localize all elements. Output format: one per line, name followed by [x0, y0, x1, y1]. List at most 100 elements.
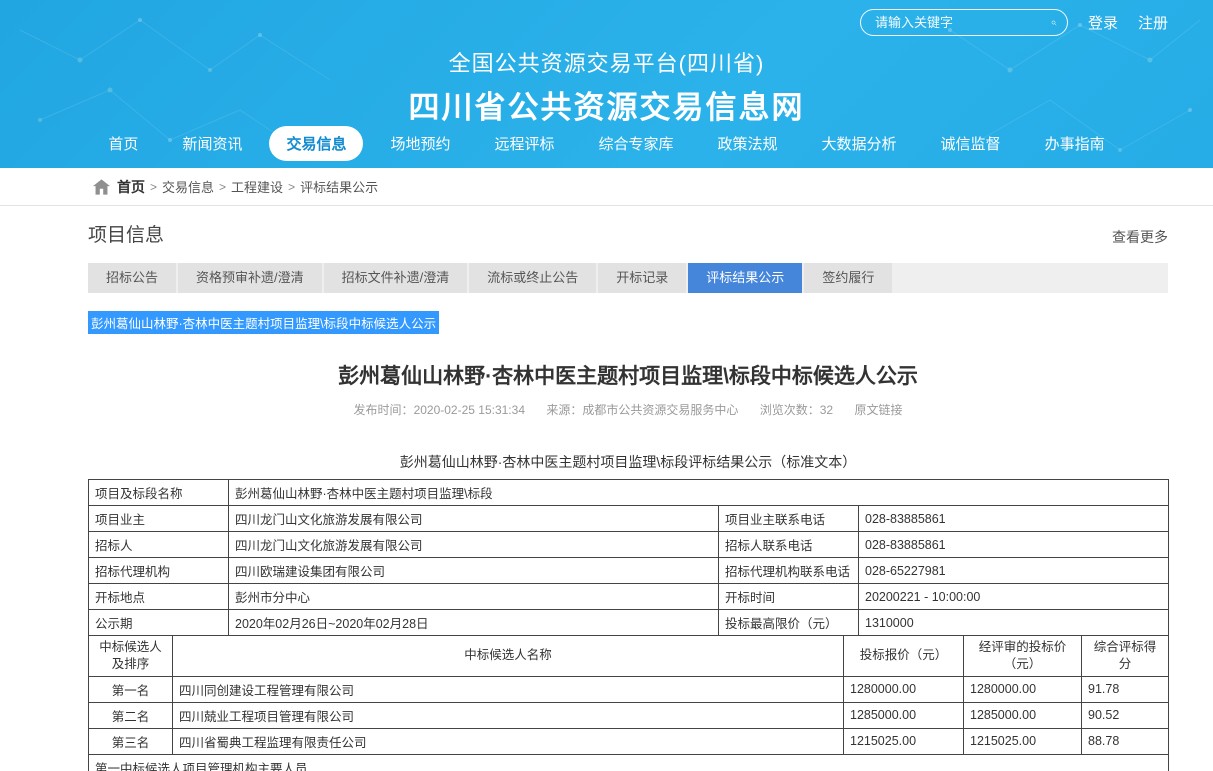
nav-item-news[interactable]: 新闻资讯	[165, 126, 259, 161]
info-value: 2020年02月26日~2020年02月28日	[229, 610, 719, 636]
tab-failed-terminated[interactable]: 流标或终止公告	[469, 263, 596, 293]
nav-item-home[interactable]: 首页	[91, 126, 155, 161]
tab-bid-announcement[interactable]: 招标公告	[88, 263, 176, 293]
candidate-evaluated: 1285000.00	[964, 702, 1082, 728]
info-label: 开标时间	[719, 584, 859, 610]
nav-item-bigdata[interactable]: 大数据分析	[805, 126, 914, 161]
table-row: 公示期 2020年02月26日~2020年02月28日 投标最高限价（元） 13…	[89, 610, 1169, 636]
login-link[interactable]: 登录	[1088, 12, 1118, 33]
nav-item-guide[interactable]: 办事指南	[1028, 126, 1122, 161]
nav-item-policies[interactable]: 政策法规	[701, 126, 795, 161]
breadcrumb-construction[interactable]: 工程建设	[231, 177, 283, 196]
view-more-link[interactable]: 查看更多	[1112, 227, 1168, 247]
candidate-rank: 第一名	[89, 676, 173, 702]
tab-bid-opening-record[interactable]: 开标记录	[598, 263, 686, 293]
info-value: 1310000	[859, 610, 1169, 636]
info-value: 彭州葛仙山林野·杏林中医主题村项目监理\标段	[229, 480, 1169, 506]
table-row: 招标代理机构 四川欧瑞建设集团有限公司 招标代理机构联系电话 028-65227…	[89, 558, 1169, 584]
candidate-evaluated: 1280000.00	[964, 676, 1082, 702]
info-value: 彭州市分中心	[229, 584, 719, 610]
table-row: 第三名 四川省蜀典工程监理有限责任公司 1215025.00 1215025.0…	[89, 728, 1169, 754]
info-value: 四川欧瑞建设集团有限公司	[229, 558, 719, 584]
breadcrumb: 首页 > 交易信息 > 工程建设 > 评标结果公示	[0, 168, 1213, 206]
info-value: 20200221 - 10:00:00	[859, 584, 1169, 610]
nav-item-remote-evaluation[interactable]: 远程评标	[477, 126, 571, 161]
source-label: 来源：	[546, 403, 582, 417]
candidate-name: 四川兢业工程项目管理有限公司	[173, 702, 844, 728]
info-value: 028-83885861	[859, 506, 1169, 532]
tab-prequalification-clarification[interactable]: 资格预审补遗/澄清	[178, 263, 322, 293]
result-table-title: 彭州葛仙山林野·杏林中医主题村项目监理\标段评标结果公示（标准文本）	[88, 452, 1168, 472]
info-label: 招标人联系电话	[719, 532, 859, 558]
candidate-name: 四川省蜀典工程监理有限责任公司	[173, 728, 844, 754]
table-row: 第二名 四川兢业工程项目管理有限公司 1285000.00 1285000.00…	[89, 702, 1169, 728]
tab-evaluation-result[interactable]: 评标结果公示	[688, 263, 802, 293]
page-title: 项目信息	[88, 220, 164, 247]
nav-item-venue-booking[interactable]: 场地预约	[373, 126, 467, 161]
candidate-score: 90.52	[1082, 702, 1169, 728]
table-row: 项目业主 四川龙门山文化旅游发展有限公司 项目业主联系电话 028-838858…	[89, 506, 1169, 532]
info-value: 028-65227981	[859, 558, 1169, 584]
breadcrumb-home[interactable]: 首页	[117, 177, 145, 197]
table-header-row: 中标候选人及排序 中标候选人名称 投标报价（元） 经评审的投标价（元） 综合评标…	[89, 636, 1169, 677]
col-header-evaluated-price: 经评审的投标价（元）	[964, 636, 1082, 677]
search-icon[interactable]	[1051, 14, 1057, 32]
info-label: 公示期	[89, 610, 229, 636]
candidate-rank: 第二名	[89, 702, 173, 728]
candidate-name: 四川同创建设工程管理有限公司	[173, 676, 844, 702]
info-label: 投标最高限价（元）	[719, 610, 859, 636]
home-icon[interactable]	[93, 179, 110, 195]
register-link[interactable]: 注册	[1138, 12, 1168, 33]
col-header-candidate-name: 中标候选人名称	[173, 636, 844, 677]
table-row: 项目及标段名称 彭州葛仙山林野·杏林中医主题村项目监理\标段	[89, 480, 1169, 506]
nav-item-expert-pool[interactable]: 综合专家库	[582, 126, 691, 161]
project-info-table: 项目及标段名称 彭州葛仙山林野·杏林中医主题村项目监理\标段 项目业主 四川龙门…	[88, 479, 1169, 636]
col-header-rank: 中标候选人及排序	[89, 636, 173, 677]
info-value: 四川龙门山文化旅游发展有限公司	[229, 532, 719, 558]
article-title: 彭州葛仙山林野·杏林中医主题村项目监理\标段中标候选人公示	[88, 360, 1168, 390]
article-meta: 发布时间：2020-02-25 15:31:34 来源：成都市公共资源交易服务中…	[88, 401, 1168, 418]
project-tabs: 招标公告 资格预审补遗/澄清 招标文件补遗/澄清 流标或终止公告 开标记录 评标…	[88, 263, 1168, 293]
site-title: 四川省公共资源交易信息网	[0, 82, 1213, 127]
tab-contract-performance[interactable]: 签约履行	[804, 263, 892, 293]
breadcrumb-result-publicity: 评标结果公示	[300, 177, 378, 196]
source-value: 成都市公共资源交易服务中心	[582, 403, 738, 417]
footer-section-label: 第一中标候选人项目管理机构主要人员	[89, 754, 1169, 771]
original-link[interactable]: 原文链接	[854, 403, 902, 417]
col-header-bid-price: 投标报价（元）	[844, 636, 964, 677]
breadcrumb-separator: >	[219, 180, 226, 194]
candidate-evaluated: 1215025.00	[964, 728, 1082, 754]
search-box[interactable]	[860, 9, 1068, 36]
result-list-item-link[interactable]: 彭州葛仙山林野·杏林中医主题村项目监理\标段中标候选人公示	[88, 311, 439, 334]
views-value: 32	[820, 403, 833, 417]
candidate-bid: 1285000.00	[844, 702, 964, 728]
table-row: 招标人 四川龙门山文化旅游发展有限公司 招标人联系电话 028-83885861	[89, 532, 1169, 558]
platform-title: 全国公共资源交易平台(四川省)	[0, 46, 1213, 78]
candidates-table: 中标候选人及排序 中标候选人名称 投标报价（元） 经评审的投标价（元） 综合评标…	[88, 635, 1169, 771]
candidate-score: 88.78	[1082, 728, 1169, 754]
info-label: 项目及标段名称	[89, 480, 229, 506]
topbar: 登录 注册	[860, 9, 1168, 36]
info-label: 项目业主	[89, 506, 229, 532]
views-label: 浏览次数：	[760, 403, 820, 417]
info-label: 项目业主联系电话	[719, 506, 859, 532]
main-nav: 首页 新闻资讯 交易信息 场地预约 远程评标 综合专家库 政策法规 大数据分析 …	[0, 126, 1213, 161]
site-header: 登录 注册 全国公共资源交易平台(四川省) 四川省公共资源交易信息网 首页 新闻…	[0, 0, 1213, 168]
search-input[interactable]	[875, 15, 1051, 30]
info-value: 四川龙门山文化旅游发展有限公司	[229, 506, 719, 532]
breadcrumb-separator: >	[288, 180, 295, 194]
table-row: 开标地点 彭州市分中心 开标时间 20200221 - 10:00:00	[89, 584, 1169, 610]
breadcrumb-separator: >	[150, 180, 157, 194]
nav-item-integrity[interactable]: 诚信监督	[924, 126, 1018, 161]
table-row: 第一名 四川同创建设工程管理有限公司 1280000.00 1280000.00…	[89, 676, 1169, 702]
nav-item-trade-info[interactable]: 交易信息	[269, 126, 363, 161]
tab-bid-doc-clarification[interactable]: 招标文件补遗/澄清	[324, 263, 468, 293]
col-header-score: 综合评标得分	[1082, 636, 1169, 677]
table-row: 第一中标候选人项目管理机构主要人员	[89, 754, 1169, 771]
info-value: 028-83885861	[859, 532, 1169, 558]
info-label: 招标代理机构	[89, 558, 229, 584]
candidate-bid: 1280000.00	[844, 676, 964, 702]
info-label: 招标代理机构联系电话	[719, 558, 859, 584]
breadcrumb-trade-info[interactable]: 交易信息	[162, 177, 214, 196]
publish-time-value: 2020-02-25 15:31:34	[414, 403, 525, 417]
